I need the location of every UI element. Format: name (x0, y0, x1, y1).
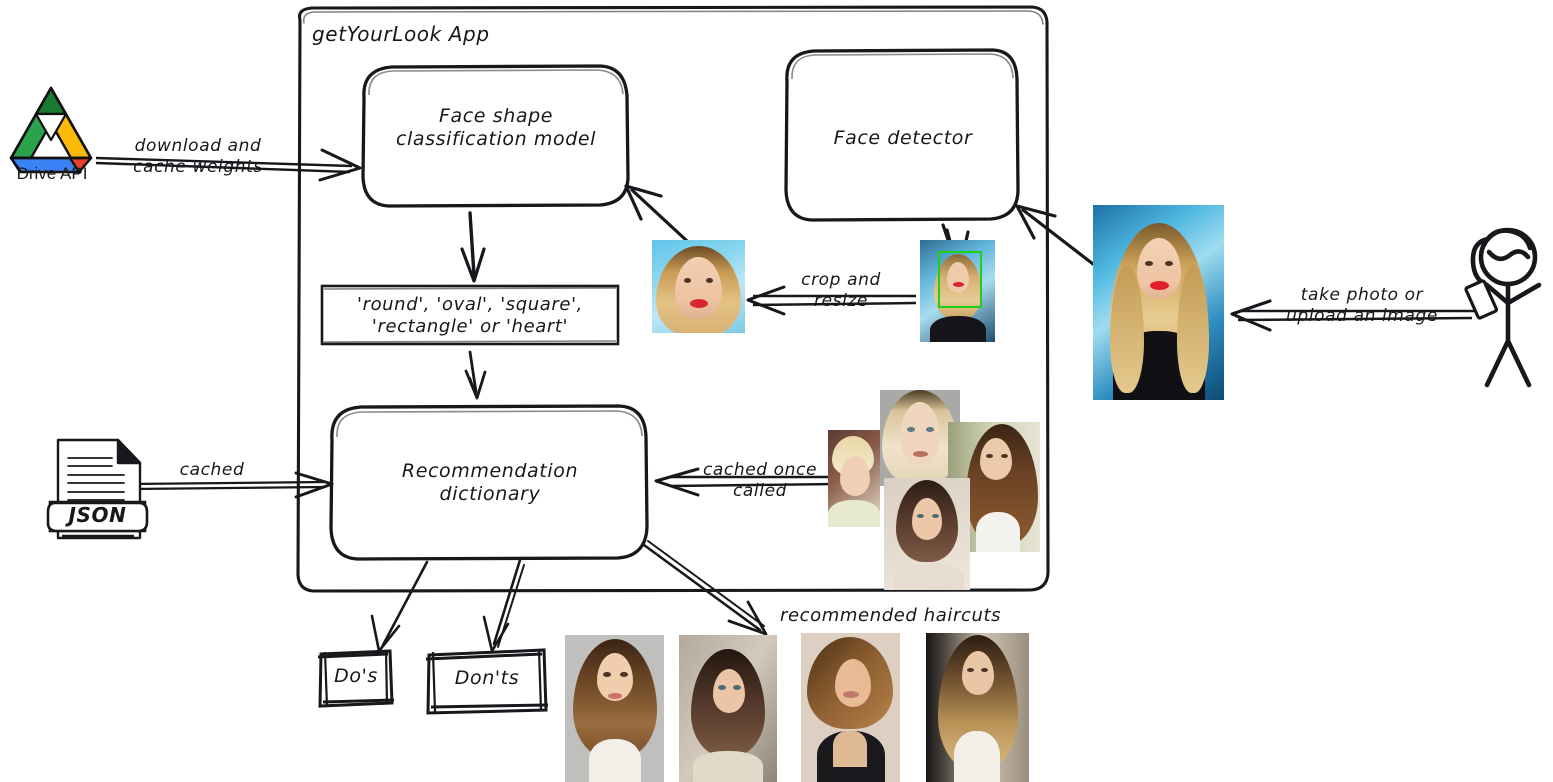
photo-face (912, 498, 942, 540)
haircut-long-wavy (926, 633, 1029, 782)
edge-label-cached: cached (179, 460, 245, 480)
arrow-dictionary-to-haircuts (642, 540, 768, 636)
photo-face (713, 669, 745, 713)
face-shape-classes-label: 'round', 'oval', 'square', 'rectangle' o… (357, 294, 583, 337)
photo-face (675, 257, 722, 319)
hairstyle-bob-bangs (884, 478, 970, 590)
photo-eye-left (1145, 261, 1153, 266)
google-drive-icon (9, 86, 93, 174)
app-container-title: getYourLook App (312, 22, 490, 46)
photo-eye-left (917, 514, 924, 518)
photo-body (828, 500, 880, 527)
hairstyle-collage (828, 390, 1040, 590)
photo-body (693, 751, 763, 782)
arrow-classes-to-dictionary (464, 350, 487, 400)
edge-label-cached-once-called: cached once called (702, 460, 818, 501)
photo-eye-right (1165, 261, 1173, 266)
photo-eye-right (1001, 454, 1008, 458)
face-shape-model-label: Face shape classification model (395, 105, 597, 151)
arrow-portrait-to-detector (1015, 204, 1095, 266)
edge-label-take-photo: take photo or upload an image (1286, 285, 1438, 326)
hairstyle-blonde-updo (828, 430, 880, 527)
photo-lips (1150, 281, 1169, 290)
arrow-dictionary-to-dos (370, 560, 429, 653)
haircut-long-layered (565, 635, 664, 782)
edge-label-crop-resize: crop and resize (801, 270, 881, 311)
photo-lips (913, 451, 928, 457)
drive-api-label: Drive API (16, 164, 88, 183)
photo-eye-left (684, 278, 691, 283)
photo-face (962, 651, 994, 695)
diagram-canvas: getYourLook App Face shape classificatio… (0, 0, 1553, 782)
photo-eye-left (907, 427, 915, 432)
user-stick-figure (1464, 227, 1542, 388)
photo-eye-right (981, 668, 988, 672)
photo-face (835, 659, 871, 707)
photo-eye-right (620, 672, 628, 677)
photo-eye-left (967, 668, 974, 672)
photo-eye-right (706, 278, 713, 283)
cropped-face-thumbnail (652, 240, 745, 333)
face-detector-label: Face detector (833, 127, 973, 149)
haircut-short-textured (801, 633, 900, 782)
arrow-dictionary-to-donts (482, 558, 525, 653)
photo-eye-left (718, 685, 726, 690)
photo-lips (690, 299, 708, 308)
recommended-haircuts-caption: recommended haircuts (780, 605, 1002, 626)
photo-neck (833, 731, 867, 767)
photo-body (954, 731, 1000, 782)
photo-lips (608, 693, 622, 699)
photo-face (840, 456, 870, 496)
json-file-label: JSON (68, 503, 127, 527)
photo-face (980, 438, 1012, 480)
dos-label: Do's (334, 665, 378, 687)
photo-eye-right (733, 685, 741, 690)
photo-lips (843, 691, 859, 698)
photo-body (589, 739, 641, 782)
recommendation-dictionary-label: Recommendation dictionary (401, 460, 579, 506)
detected-face-with-bounding-box (920, 240, 995, 342)
photo-body (894, 564, 964, 590)
photo-body (976, 512, 1020, 552)
arrow-model-to-classes (460, 211, 486, 283)
photo-eye-right (926, 427, 934, 432)
photo-eye-right (932, 514, 939, 518)
donts-label: Don'ts (454, 667, 520, 689)
photo-eye-left (986, 454, 993, 458)
photo-body (930, 316, 986, 342)
haircut-shaggy-bob (679, 635, 777, 782)
photo-eye-left (603, 672, 611, 677)
user-portrait-photo (1093, 205, 1224, 400)
face-detection-bounding-box (938, 251, 982, 308)
edge-label-download-cache: download and cache weights (133, 136, 263, 177)
